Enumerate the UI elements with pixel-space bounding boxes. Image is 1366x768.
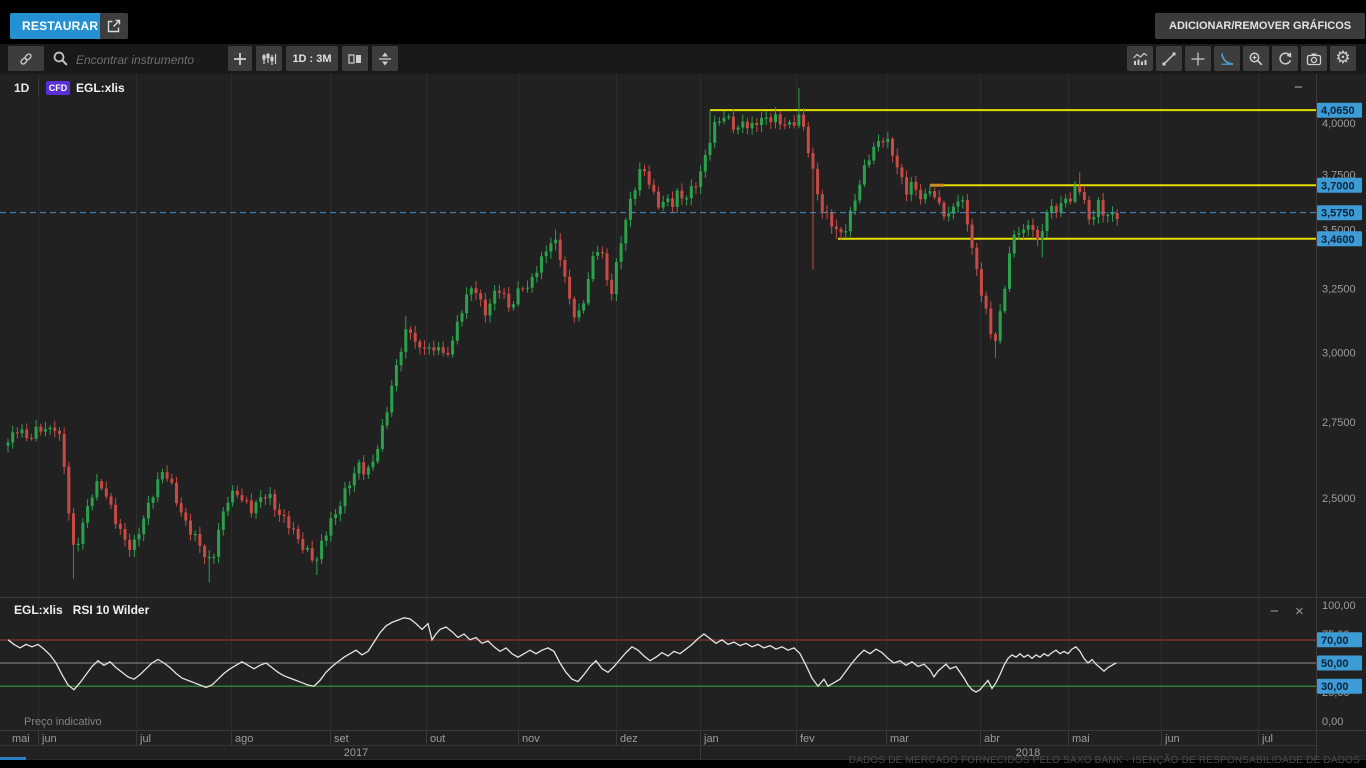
split-view-button[interactable] [372, 46, 398, 71]
plus-icon [234, 52, 246, 65]
svg-text:mai: mai [1072, 733, 1090, 745]
svg-text:out: out [430, 733, 445, 745]
rsi-line [7, 617, 1117, 693]
external-link-icon [107, 19, 121, 33]
price-axis-labels: 4,00003,75003,50003,25003,00002,75002,50… [1322, 118, 1356, 505]
refresh-icon [1279, 51, 1292, 65]
svg-text:2,5000: 2,5000 [1322, 493, 1356, 505]
settings-button[interactable]: ⚙ [1330, 46, 1356, 71]
rsi-guide-lines [0, 639, 1316, 687]
symbol-label: EGL:xlis [76, 81, 125, 95]
svg-text:0,00: 0,00 [1322, 716, 1343, 728]
support-resistance-lines[interactable] [710, 109, 1316, 240]
svg-text:100,00: 100,00 [1322, 600, 1356, 612]
add-remove-charts-button[interactable]: ADICIONAR/REMOVER GRÁFICOS [1155, 13, 1366, 39]
camera-icon [1306, 53, 1322, 65]
draw-trendline-button[interactable] [1156, 46, 1182, 71]
rsi-close-button[interactable]: × [1295, 604, 1304, 619]
zoom-in-icon [1249, 52, 1263, 65]
svg-text:fev: fev [800, 733, 815, 745]
chart-minimize-button[interactable]: − [1294, 80, 1303, 95]
svg-text:jun: jun [1164, 733, 1180, 745]
candlestick-series [6, 87, 1119, 583]
rsi-level-badge: 50,00 [1317, 655, 1362, 671]
crosshair-icon [1191, 52, 1205, 65]
link-icon [20, 52, 32, 65]
svg-text:jul: jul [1261, 733, 1273, 745]
svg-text:jun: jun [41, 733, 57, 745]
search-input[interactable] [74, 47, 228, 72]
svg-text:50,00: 50,00 [1321, 658, 1349, 670]
svg-text:3,0000: 3,0000 [1322, 348, 1356, 360]
price-level-badge: 3,4600 [1317, 231, 1362, 247]
svg-text:set: set [334, 733, 349, 745]
candlestick-style-icon [262, 52, 277, 65]
trading-platform-window: RESTAURAR ADICIONAR/REMOVER GRÁFICOS Enc… [0, 0, 1366, 768]
add-instrument-button[interactable] [228, 46, 252, 71]
zoom-in-button[interactable] [1243, 46, 1269, 71]
rsi-minimize-button[interactable]: − [1270, 604, 1279, 619]
svg-text:abr: abr [984, 733, 1000, 745]
price-level-badge: 3,7000 [1317, 177, 1362, 193]
svg-text:3,5750: 3,5750 [1321, 208, 1355, 220]
price-level-badge: 4,0650 [1317, 102, 1362, 118]
svg-text:4,0000: 4,0000 [1322, 118, 1356, 130]
horizontal-scrollbar[interactable] [0, 757, 26, 760]
layout-panels-icon [348, 53, 361, 64]
svg-text:nov: nov [522, 733, 540, 745]
chart-style-button[interactable] [256, 46, 282, 71]
crosshair-button[interactable] [1185, 46, 1211, 71]
price-chart-canvas[interactable]: 4,00003,75003,50003,25003,00002,75002,50… [0, 74, 1366, 760]
restore-button[interactable]: RESTAURAR [10, 13, 111, 39]
current-price-badge: 3,5750 [1317, 205, 1362, 221]
svg-text:3,2500: 3,2500 [1322, 284, 1356, 296]
rsi-symbol-label: EGL:xlis [14, 603, 63, 617]
layout-button[interactable] [342, 46, 368, 71]
svg-text:ago: ago [235, 733, 253, 745]
pop-out-button[interactable] [100, 13, 128, 39]
split-arrows-icon [379, 52, 391, 65]
rsi-level-badge: 30,00 [1317, 678, 1362, 694]
trendline-icon [1162, 52, 1176, 65]
rsi-panel-title: EGL:xlis RSI 10 Wilder [14, 603, 149, 617]
svg-text:70,00: 70,00 [1321, 635, 1349, 647]
svg-text:mar: mar [890, 733, 909, 745]
log-scale-button[interactable] [1214, 46, 1240, 71]
log-scale-icon [1221, 52, 1234, 65]
chart-interval-label: 1D [14, 81, 30, 95]
label-separator [38, 78, 39, 96]
svg-text:jul: jul [139, 733, 151, 745]
cfd-badge: CFD [46, 81, 70, 95]
interval-range-button[interactable]: 1D : 3M [286, 46, 338, 71]
svg-text:30,00: 30,00 [1321, 681, 1349, 693]
svg-text:3,4600: 3,4600 [1321, 234, 1355, 246]
svg-text:2017: 2017 [344, 747, 368, 759]
link-chart-button[interactable] [8, 46, 44, 71]
svg-text:4,0650: 4,0650 [1321, 105, 1355, 117]
price-indicative-note: Preço indicativo [24, 716, 102, 728]
svg-text:3,7000: 3,7000 [1321, 180, 1355, 192]
snapshot-button[interactable] [1301, 46, 1327, 71]
rsi-level-badge: 70,00 [1317, 632, 1362, 648]
svg-text:mai: mai [12, 733, 30, 745]
rsi-indicator-label: RSI 10 Wilder [72, 603, 150, 617]
svg-text:2,7500: 2,7500 [1322, 417, 1356, 429]
svg-text:jan: jan [703, 733, 719, 745]
indicator-chart-icon [1133, 52, 1148, 65]
svg-text:dez: dez [620, 733, 638, 745]
indicators-button[interactable] [1127, 46, 1153, 71]
market-data-disclaimer: DADOS DE MERCADO FORNECIDOS PELO SAXO BA… [848, 755, 1360, 766]
refresh-button[interactable] [1272, 46, 1298, 71]
search-icon [52, 50, 69, 67]
gear-icon: ⚙ [1335, 48, 1351, 68]
